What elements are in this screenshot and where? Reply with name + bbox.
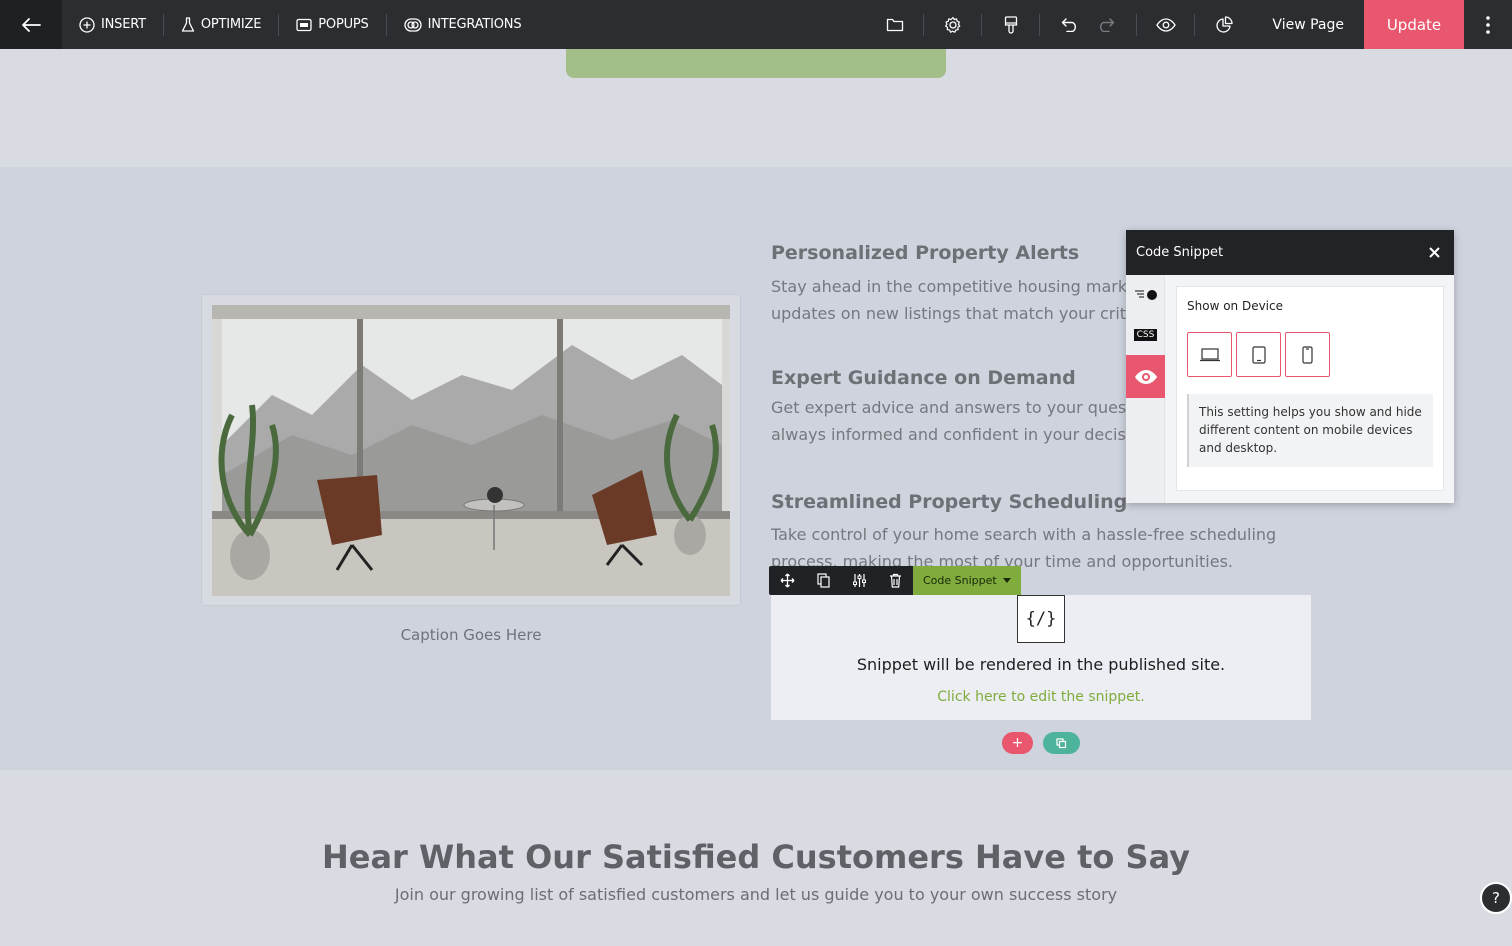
popups-button[interactable]: POPUPS xyxy=(279,0,385,49)
folder-button[interactable] xyxy=(866,0,923,49)
toolbar-right: View Page Update xyxy=(866,0,1512,49)
undo-icon xyxy=(1062,17,1077,32)
divider xyxy=(1039,13,1041,36)
popups-label: POPUPS xyxy=(318,17,369,32)
hero-section-bottom xyxy=(0,49,1512,167)
sliders-icon xyxy=(852,574,866,587)
caret-down-icon xyxy=(1002,578,1011,583)
eye-icon xyxy=(1156,17,1176,32)
insert-button[interactable]: INSERT xyxy=(62,0,163,49)
tab-css[interactable]: CSS xyxy=(1126,315,1165,355)
undo-button[interactable] xyxy=(1052,0,1088,49)
testimonials-section: Hear What Our Satisfied Customers Have t… xyxy=(0,770,1512,946)
update-button[interactable]: Update xyxy=(1364,0,1464,49)
copy-icon xyxy=(1056,737,1067,748)
edit-snippet-link[interactable]: Click here to edit the snippet. xyxy=(771,689,1311,705)
image-frame[interactable] xyxy=(201,294,741,606)
help-icon: ? xyxy=(1492,889,1500,907)
css-icon: CSS xyxy=(1133,329,1158,341)
element-toolbar: Code Snippet xyxy=(769,566,1021,595)
element-settings-button[interactable] xyxy=(841,566,877,595)
optimize-label: OPTIMIZE xyxy=(200,17,262,32)
more-vertical-icon xyxy=(1486,15,1490,34)
back-button[interactable] xyxy=(0,0,62,49)
visibility-help-text: This setting helps you show and hide dif… xyxy=(1187,394,1433,467)
arrow-left-icon xyxy=(22,17,41,32)
help-button[interactable]: ? xyxy=(1480,882,1512,914)
gear-icon xyxy=(944,16,961,33)
view-page-link[interactable]: View Page xyxy=(1252,0,1364,49)
flask-icon xyxy=(181,16,195,32)
section-subheading[interactable]: Join our growing list of satisfied custo… xyxy=(0,885,1512,904)
image-caption[interactable]: Caption Goes Here xyxy=(201,626,741,644)
add-element-button[interactable]: + xyxy=(1002,732,1033,754)
device-mobile-toggle[interactable] xyxy=(1285,332,1330,377)
toggle-settings-icon xyxy=(1134,290,1157,300)
duplicate-row-button[interactable] xyxy=(1043,732,1080,754)
redo-button[interactable] xyxy=(1088,0,1124,49)
tab-visibility[interactable] xyxy=(1126,355,1165,398)
close-icon[interactable] xyxy=(1429,247,1440,258)
section-heading[interactable]: Hear What Our Satisfied Customers Have t… xyxy=(0,838,1512,876)
insert-label: INSERT xyxy=(101,17,146,32)
tab-general[interactable] xyxy=(1126,275,1165,315)
feature-title[interactable]: Personalized Property Alerts xyxy=(771,242,1079,264)
integrations-label: INTEGRATIONS xyxy=(427,17,522,32)
cta-block[interactable] xyxy=(566,49,946,78)
feature-title[interactable]: Streamlined Property Scheduling xyxy=(771,491,1127,513)
laptop-icon xyxy=(1199,347,1220,361)
eye-icon xyxy=(1134,369,1157,384)
code-snippet-settings-panel: Code Snippet CSS Show on Device This set… xyxy=(1126,230,1454,503)
panel-tabs: CSS xyxy=(1126,275,1165,503)
visibility-settings: Show on Device This setting helps you sh… xyxy=(1176,286,1444,491)
settings-button[interactable] xyxy=(924,0,981,49)
copy-icon xyxy=(816,573,830,588)
show-on-device-label: Show on Device xyxy=(1187,299,1283,313)
paint-brush-icon xyxy=(1004,15,1018,34)
duplicate-element-button[interactable] xyxy=(805,566,841,595)
tablet-icon xyxy=(1251,345,1266,364)
element-type-label: Code Snippet xyxy=(923,574,997,587)
feature-title[interactable]: Expert Guidance on Demand xyxy=(771,367,1076,389)
panel-header: Code Snippet xyxy=(1126,230,1454,275)
more-options-button[interactable] xyxy=(1464,0,1512,49)
delete-element-button[interactable] xyxy=(877,566,913,595)
code-snippet-icon: {/} xyxy=(1017,595,1065,643)
integrations-button[interactable]: INTEGRATIONS xyxy=(387,0,539,49)
panel-title: Code Snippet xyxy=(1136,245,1224,260)
analytics-button[interactable] xyxy=(1195,0,1252,49)
style-brush-button[interactable] xyxy=(982,0,1039,49)
element-type-dropdown[interactable]: Code Snippet xyxy=(913,566,1021,595)
redo-icon xyxy=(1100,17,1115,32)
feature-text-line[interactable]: Take control of your home search with a … xyxy=(771,521,1311,548)
move-icon xyxy=(780,573,794,588)
top-toolbar: INSERT OPTIMIZE POPUPS INTEGRATIONS View… xyxy=(0,0,1512,49)
optimize-button[interactable]: OPTIMIZE xyxy=(164,0,278,49)
device-desktop-toggle[interactable] xyxy=(1187,332,1232,377)
interior-photo xyxy=(212,305,730,596)
device-tablet-toggle[interactable] xyxy=(1236,332,1281,377)
plus-circle-icon xyxy=(79,16,95,33)
mobile-icon xyxy=(1302,345,1313,364)
move-handle[interactable] xyxy=(769,566,805,595)
folder-icon xyxy=(886,18,904,32)
pie-chart-icon xyxy=(1216,15,1233,33)
code-snippet-element[interactable]: {/} Snippet will be rendered in the publ… xyxy=(771,595,1311,720)
integrations-icon xyxy=(403,17,422,32)
preview-button[interactable] xyxy=(1137,0,1194,49)
trash-icon xyxy=(889,573,901,588)
popup-icon xyxy=(296,18,312,31)
snippet-message: Snippet will be rendered in the publishe… xyxy=(856,655,1226,674)
